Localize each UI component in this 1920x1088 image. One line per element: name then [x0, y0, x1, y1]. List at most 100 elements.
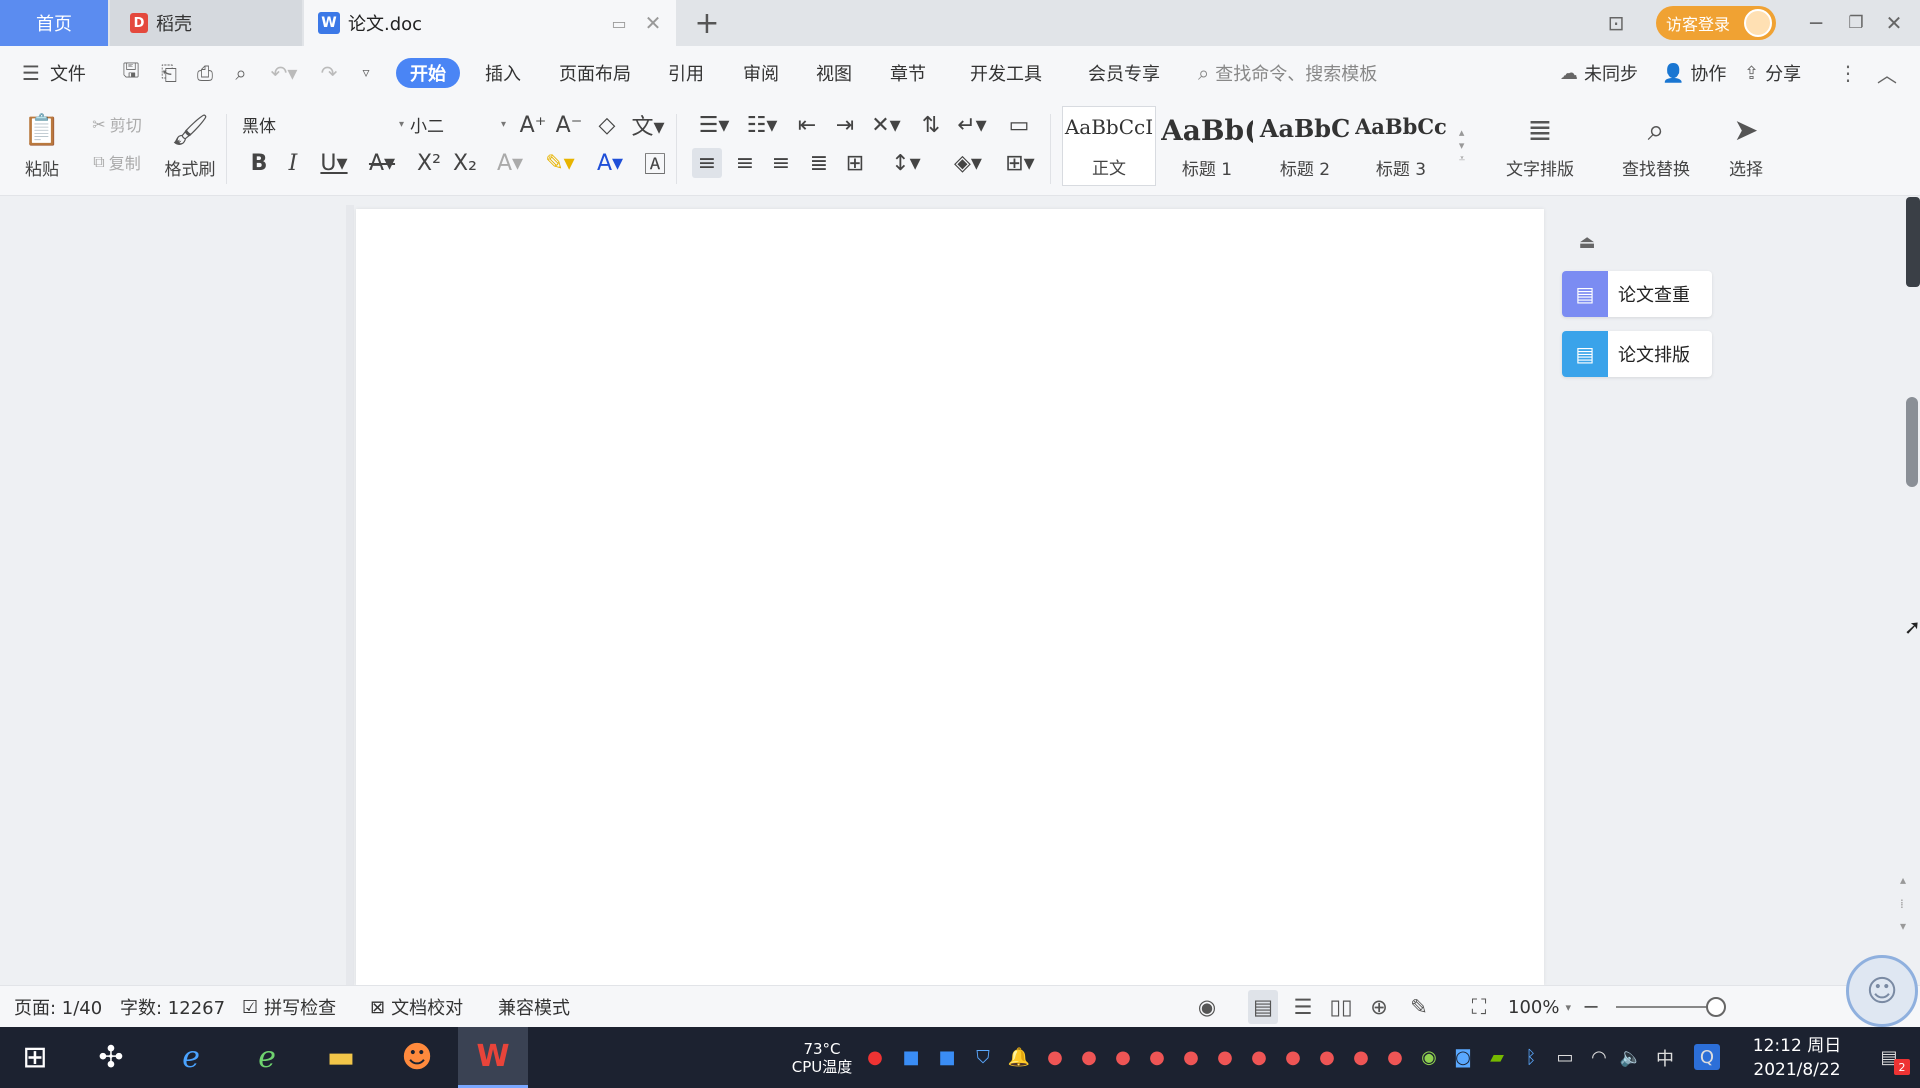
- battery-icon[interactable]: ▭: [1550, 1027, 1580, 1088]
- page-view-icon[interactable]: ▤: [1248, 990, 1278, 1024]
- styles-scroll-icon[interactable]: ▴ ▾ ⩡: [1452, 108, 1472, 184]
- text-effect-icon[interactable]: A▾: [490, 148, 530, 178]
- ruler-icon[interactable]: ▭: [1002, 110, 1036, 140]
- scroll-mid-icon[interactable]: ⁞: [1900, 897, 1904, 911]
- style-normal[interactable]: AaBbCcI 正文: [1062, 106, 1156, 186]
- tab-review[interactable]: 审阅: [743, 46, 779, 100]
- tab-start[interactable]: 开始: [396, 58, 460, 88]
- game-app-icon[interactable]: ☻: [382, 1027, 452, 1088]
- qq-icon[interactable]: ●: [1040, 1027, 1070, 1088]
- ie-browser-icon[interactable]: ℯ: [156, 1027, 226, 1088]
- font-grow-icon[interactable]: A⁺: [518, 110, 548, 140]
- pen-icon[interactable]: ✎: [1404, 986, 1434, 1028]
- cut-button[interactable]: ✂ 剪切: [80, 110, 154, 138]
- qq-icon[interactable]: ●: [1380, 1027, 1410, 1088]
- customize-chevron-icon[interactable]: ▿: [352, 46, 380, 100]
- wps-writer-icon[interactable]: W: [458, 1027, 528, 1088]
- style-heading-1[interactable]: AaBb( 标题 1: [1160, 106, 1254, 186]
- print-icon[interactable]: ⎙: [190, 46, 220, 100]
- eye-protection-icon[interactable]: ◉: [1192, 986, 1222, 1028]
- qq-icon[interactable]: ●: [1346, 1027, 1376, 1088]
- green-app-icon[interactable]: ◉: [1414, 1027, 1444, 1088]
- blue-app-icon[interactable]: ◙: [1448, 1027, 1478, 1088]
- char-border-icon[interactable]: 🄰: [640, 148, 670, 178]
- spell-check-button[interactable]: ☑ 拼写检查: [242, 986, 336, 1028]
- show-marks-icon[interactable]: ↵▾: [952, 110, 992, 140]
- tab-member[interactable]: 会员专享: [1088, 46, 1160, 100]
- paper-check-button[interactable]: ▤ 论文查重: [1562, 271, 1712, 317]
- strikethrough-icon[interactable]: A▾: [362, 148, 402, 178]
- italic-icon[interactable]: I: [278, 148, 308, 178]
- new-tab-button[interactable]: +: [690, 6, 724, 41]
- tab-insert[interactable]: 插入: [485, 46, 521, 100]
- search-app-icon[interactable]: Q: [1694, 1044, 1720, 1070]
- text-layout-button[interactable]: ≣ 文字排版: [1490, 106, 1590, 186]
- fan-app-icon[interactable]: ✣: [76, 1027, 146, 1088]
- assistant-avatar-icon[interactable]: ☺: [1846, 955, 1918, 1027]
- decrease-indent-icon[interactable]: ⇤: [792, 110, 822, 140]
- tab-home[interactable]: 首页: [0, 0, 108, 46]
- qq-icon[interactable]: ●: [1142, 1027, 1172, 1088]
- restore-icon[interactable]: ❐: [1840, 0, 1872, 46]
- share-button[interactable]: ⇪ 分享: [1744, 46, 1801, 100]
- bell-icon[interactable]: 🔔: [1004, 1027, 1034, 1088]
- vertical-scrollbar-thumb[interactable]: [1906, 397, 1918, 487]
- windows-start-icon[interactable]: ⊞: [0, 1027, 70, 1088]
- web-view-icon[interactable]: ⊕: [1364, 986, 1394, 1028]
- font-shrink-icon[interactable]: A⁻: [554, 110, 584, 140]
- phonetic-icon[interactable]: 文▾: [628, 110, 668, 140]
- outline-view-icon[interactable]: ☰: [1288, 986, 1318, 1028]
- tray-app-icon[interactable]: ■: [896, 1027, 926, 1088]
- highlight-icon[interactable]: ✎▾: [540, 148, 580, 178]
- tab-page-layout[interactable]: 页面布局: [559, 46, 631, 100]
- justify-icon[interactable]: ≣: [804, 148, 834, 178]
- collapse-panel-icon[interactable]: ⏏: [1572, 227, 1602, 257]
- qq-icon[interactable]: ●: [1210, 1027, 1240, 1088]
- subscript-icon[interactable]: X₂: [450, 148, 480, 178]
- wifi-icon[interactable]: ◠: [1584, 1027, 1614, 1088]
- scrollbar-top-thumb[interactable]: [1906, 197, 1920, 287]
- file-menu[interactable]: ☰ 文件: [22, 46, 86, 100]
- align-center-icon[interactable]: ≡: [730, 148, 760, 178]
- align-left-icon[interactable]: ≡: [692, 148, 722, 178]
- zoom-slider-knob[interactable]: [1706, 997, 1726, 1017]
- align-right-icon[interactable]: ≡: [766, 148, 796, 178]
- window-float-icon[interactable]: ▭: [606, 10, 632, 36]
- increase-indent-icon[interactable]: ⇥: [830, 110, 860, 140]
- command-search[interactable]: ⌕ 查找命令、搜索模板: [1198, 46, 1377, 100]
- font-color-icon[interactable]: A▾: [590, 148, 630, 178]
- word-count[interactable]: 字数: 12267: [120, 986, 225, 1028]
- minimize-icon[interactable]: ─: [1800, 0, 1832, 46]
- tab-view[interactable]: 视图: [816, 46, 852, 100]
- paper-layout-button[interactable]: ▤ 论文排版: [1562, 331, 1712, 377]
- collab-button[interactable]: 👤 协作: [1662, 46, 1726, 100]
- zoom-out-icon[interactable]: ─: [1576, 986, 1606, 1028]
- font-size-select[interactable]: 小二 ▾: [410, 110, 510, 138]
- guest-login-button[interactable]: 访客登录: [1656, 6, 1776, 40]
- green-browser-icon[interactable]: ℯ: [232, 1027, 302, 1088]
- export-icon[interactable]: ⎗: [154, 46, 184, 100]
- notification-center-icon[interactable]: ▤: [1874, 1027, 1904, 1088]
- undo-icon[interactable]: ↶▾: [266, 46, 302, 100]
- fit-page-icon[interactable]: ⛶: [1464, 986, 1494, 1028]
- distribute-icon[interactable]: ⊞: [840, 148, 870, 178]
- copy-button[interactable]: ⧉ 复制: [80, 148, 154, 176]
- volume-icon[interactable]: 🔈: [1616, 1027, 1646, 1088]
- zoom-slider-track[interactable]: [1616, 1006, 1716, 1008]
- qq-icon[interactable]: ●: [1244, 1027, 1274, 1088]
- scroll-down-icon[interactable]: ▾: [1900, 919, 1906, 933]
- superscript-icon[interactable]: X²: [414, 148, 444, 178]
- document-page[interactable]: [356, 209, 1544, 985]
- paste-button[interactable]: 📋 粘贴: [14, 106, 70, 186]
- save-icon[interactable]: 🖫: [116, 46, 146, 100]
- underline-icon[interactable]: U▾: [314, 148, 354, 178]
- cpu-temperature[interactable]: 73°C CPU温度: [782, 1027, 862, 1088]
- file-explorer-icon[interactable]: ▬: [306, 1027, 376, 1088]
- collapse-ribbon-icon[interactable]: ︿: [1872, 46, 1902, 100]
- numbered-list-icon[interactable]: ☷▾: [742, 110, 782, 140]
- system-clock[interactable]: 12:12 周日 2021/8/22: [1740, 1027, 1854, 1088]
- scroll-up-icon[interactable]: ▴: [1900, 873, 1906, 887]
- qq-icon[interactable]: ●: [1176, 1027, 1206, 1088]
- tray-app-icon[interactable]: ■: [932, 1027, 962, 1088]
- reading-view-icon[interactable]: ▯▯: [1326, 986, 1356, 1028]
